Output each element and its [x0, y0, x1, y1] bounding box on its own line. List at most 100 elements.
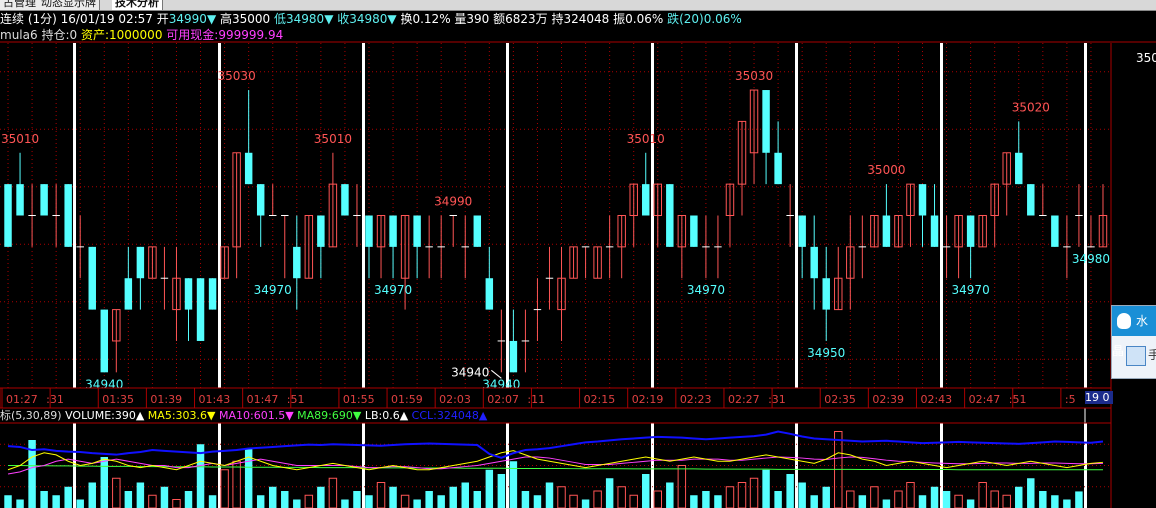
volume-bar-down	[160, 486, 169, 508]
volume-bar-down	[786, 474, 794, 508]
window-icon[interactable]	[1126, 346, 1146, 366]
candle-down	[882, 215, 891, 247]
time-tick-label: 01:27	[6, 393, 38, 406]
volume-bar-down	[281, 491, 289, 508]
time-tick-label: 02:43	[920, 393, 952, 406]
time-tick-label: 02:47	[969, 393, 1001, 406]
candle-down	[124, 278, 133, 310]
candle-down	[389, 215, 397, 247]
time-tick-label: 02:23	[680, 393, 712, 406]
volume-bar-up	[954, 494, 963, 508]
price-annotation: 34950	[807, 346, 845, 360]
time-tick-label: 01:39	[150, 393, 182, 406]
price-annotation: 34970	[952, 283, 990, 297]
price-annotation: 35010	[314, 132, 352, 146]
volume-bar-up	[304, 494, 314, 508]
volume-bar-up	[870, 486, 879, 508]
candle-down	[485, 278, 494, 310]
time-tick-label: 02:39	[872, 393, 904, 406]
volume-bar-down	[822, 486, 830, 508]
candle-down	[4, 184, 12, 247]
volume-bar-down	[413, 499, 421, 508]
volume-bar-up	[725, 486, 735, 508]
volume-bar-up	[148, 494, 157, 508]
time-tick-label: 02:03	[439, 393, 471, 406]
time-tick-label: 01:43	[199, 393, 231, 406]
volume-bar-up	[1002, 494, 1011, 508]
volume-bar-up	[220, 469, 229, 508]
side-popup-panel[interactable]: 水晶 手	[1111, 305, 1156, 379]
indicator-item-5: CCL:324048▲	[408, 409, 488, 422]
time-tick-label: 02:07	[487, 393, 519, 406]
right-axis-label: 350	[1136, 51, 1156, 65]
volume-bar-down	[533, 495, 542, 508]
time-tick-label: 02:27	[728, 393, 760, 406]
volume-bar-down	[389, 486, 397, 508]
candle-down	[64, 184, 72, 247]
volume-bar-down	[810, 495, 818, 508]
volume-indicator-bar: 标(5,30,89) VOLUME:390▲ MA5:303.6▼ MA10:6…	[0, 409, 487, 423]
price-annotation: 35000	[867, 163, 905, 177]
kline-chart[interactable]: 3501034940350303497035010349703499034940…	[0, 0, 1156, 508]
candle-down	[184, 278, 193, 310]
volume-bar-down	[1015, 486, 1023, 508]
price-annotation: 35030	[218, 69, 256, 83]
candle-down	[365, 215, 373, 247]
volume-bar-up	[328, 477, 338, 508]
candle-down	[256, 184, 265, 216]
volume-bar-up	[653, 490, 663, 508]
candle-down	[810, 246, 818, 279]
volume-bar-down	[714, 495, 722, 508]
volume-bar-down	[64, 486, 72, 508]
indicator-item-1: MA5:303.6▼	[144, 409, 216, 422]
volume-bar-down	[545, 482, 554, 508]
candle-down	[798, 215, 806, 247]
price-annotation: 34990	[434, 195, 472, 209]
volume-bar-down	[942, 491, 951, 508]
volume-bar-down	[4, 495, 12, 508]
volume-bar-down	[341, 499, 349, 508]
volume-bar-up	[232, 460, 241, 508]
candle-down	[293, 246, 301, 279]
volume-bar-down	[1039, 491, 1047, 508]
candle-down	[762, 90, 770, 153]
volume-bar-down	[1027, 478, 1035, 508]
volume-bar-down	[774, 491, 782, 508]
price-annotation: 34970	[374, 283, 412, 297]
volume-bar-up	[629, 494, 638, 508]
time-tick-label: :51	[1009, 393, 1027, 406]
candle-down	[966, 215, 975, 247]
time-tick-label: 02:15	[584, 393, 616, 406]
candle-down	[918, 184, 927, 216]
volume-bar-down	[100, 457, 109, 508]
volume-bar-down	[702, 491, 710, 508]
volume-bar-down	[52, 495, 60, 508]
candle-down	[666, 184, 674, 247]
candle-down	[136, 246, 145, 279]
volume-bar-down	[293, 499, 301, 508]
volume-bar-down	[256, 495, 265, 508]
volume-bar-down	[1051, 495, 1059, 508]
volume-bar-down	[666, 482, 674, 508]
volume-bar-down	[858, 495, 867, 508]
volume-bar-down	[485, 469, 494, 508]
time-tick-label: 01:59	[391, 393, 423, 406]
time-tick-label: :31	[768, 393, 786, 406]
volume-bar-up	[569, 494, 578, 508]
time-tick-label: 01:55	[343, 393, 375, 406]
side-panel-item[interactable]: 手	[1148, 346, 1156, 363]
candle-down	[40, 184, 48, 216]
candle-down	[1015, 152, 1023, 185]
volume-bar-up	[172, 499, 181, 508]
price-annotation: 35010	[1, 132, 39, 146]
volume-bar-down	[762, 469, 770, 508]
candle-down	[1051, 215, 1059, 247]
volume-bar-down	[461, 482, 469, 508]
indicator-item-3: MA89:690▼	[293, 409, 362, 422]
candle-down	[822, 278, 830, 310]
candle-down	[196, 278, 205, 341]
candle-down	[413, 215, 421, 247]
price-annotation: 34970	[254, 283, 292, 297]
volume-bar-down	[88, 482, 96, 508]
indicator-prefix: 标(5,30,89)	[0, 409, 62, 422]
